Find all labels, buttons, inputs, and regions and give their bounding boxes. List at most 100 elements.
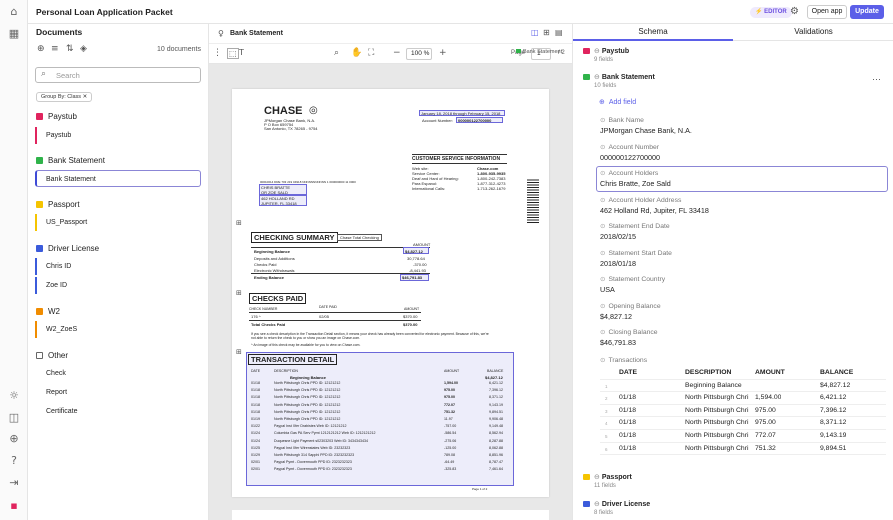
zoom-level[interactable]: 100 %	[406, 48, 432, 60]
statement-row: 01/22 Paypal Inst Xfer Drabistes Web ID: …	[251, 424, 503, 429]
apps-icon[interactable]: ▪	[7, 499, 21, 513]
field-value[interactable]: JPMorgan Chase Bank, N.A.	[600, 126, 692, 135]
field-value[interactable]: 2018/02/15	[600, 232, 636, 241]
barcode	[527, 179, 539, 223]
home-icon[interactable]: ⌂	[7, 5, 21, 19]
field-value[interactable]: 2018/01/18	[600, 259, 636, 268]
doc-item-report[interactable]: Report	[35, 384, 201, 401]
table-row[interactable]: 6 01/18 North Pittsburgh Chri 751.32 9,894.5…	[600, 443, 886, 456]
group-color-icon	[36, 157, 43, 164]
statement-row: 01/18 North Pittsburgh Chris PPD ID: 1212…	[251, 381, 503, 385]
field-value[interactable]: USA	[600, 285, 615, 294]
zoom-in-icon[interactable]: +	[439, 48, 447, 58]
field-value[interactable]: 462 Holland Rd, Jupiter, FL 33418	[600, 206, 709, 215]
group-by-chip[interactable]: Group By: Class ✕	[36, 92, 93, 102]
layers-icon[interactable]: ◈	[80, 44, 87, 54]
transactions-table[interactable]: DATE DESCRIPTION AMOUNT BALANCE 1 Beginni…	[600, 367, 886, 456]
add-icon[interactable]: ⊕	[37, 44, 45, 54]
doc-item-zoe-id[interactable]: Zoe ID	[35, 277, 201, 294]
check-circle-icon: ⊖	[594, 473, 600, 481]
group-color-icon	[36, 245, 43, 252]
field-label: ⊙ Account Holder Address	[600, 195, 682, 204]
table-row[interactable]: 2 01/18 North Pittsburgh Chri 1,594.00 6,421…	[600, 392, 886, 405]
field-value[interactable]: Chris Bratte, Zoe Sald	[600, 179, 671, 188]
more-icon[interactable]: ⋮	[213, 48, 222, 58]
doc-item-certificate[interactable]: Certificate	[35, 403, 201, 420]
table-row[interactable]: 1 Beginning Balance $4,827.12	[600, 380, 886, 393]
document-page: CHASE ◎ JPMorgan Chase Bank, N.A. P O Bo…	[232, 89, 549, 497]
search-doc-icon[interactable]: ⌕	[334, 48, 339, 58]
update-button[interactable]: Update	[850, 5, 884, 19]
table-view-icon[interactable]: ▤	[555, 28, 563, 37]
gear-icon[interactable]: ⚙	[790, 6, 799, 17]
doc-item-paystub[interactable]: Paystub	[35, 127, 201, 144]
checking-summary-title: CHECKING SUMMARY	[251, 232, 338, 243]
check-circle-icon: ⊙	[600, 328, 606, 336]
table-row[interactable]: 4 01/18 North Pittsburgh Chri 975.00 8,371.1…	[600, 417, 886, 430]
statement-row: 01/18 North Pittsburgh Chris PPD ID: 1212…	[251, 395, 503, 400]
group-color-icon	[36, 113, 43, 120]
doc-item-chris-id[interactable]: Chris ID	[35, 258, 201, 275]
group-other[interactable]: Other	[36, 351, 68, 360]
statement-row: 01/19 North Pittsburgh Chris PPD ID: 1212…	[251, 417, 503, 421]
schema-paystub[interactable]: ⊖ Paystub	[583, 47, 629, 55]
search-box[interactable]: ⌕	[35, 67, 201, 83]
field-label: ⊙ Statement Country	[600, 275, 666, 283]
logout-icon[interactable]: ⇥	[7, 476, 21, 490]
group-paystub[interactable]: Paystub	[36, 112, 77, 121]
text-tool-icon[interactable]: T	[239, 48, 244, 57]
doc-item-bank-statement[interactable]: Bank Statement	[35, 170, 201, 187]
table-icon[interactable]: ⊞	[236, 289, 242, 297]
transaction-detail-title: TRANSACTION DETAIL	[248, 354, 338, 365]
search-input[interactable]	[56, 70, 196, 81]
statement-row: 01/18 North Pittsburgh Chris PPD ID: 1212…	[251, 409, 503, 414]
table-icon[interactable]: ⊞	[236, 219, 242, 227]
select-tool-icon[interactable]: ⬚	[227, 48, 239, 59]
check-circle-icon: ⊙	[600, 169, 606, 177]
grid-view-icon[interactable]: ⊞	[543, 28, 550, 37]
group-passport[interactable]: Passport	[36, 200, 80, 209]
tab-schema[interactable]: Schema	[573, 24, 733, 41]
doc-item-us-passport[interactable]: US_Passport	[35, 214, 201, 231]
more-options-icon[interactable]: ⋯	[872, 74, 881, 85]
group-bank-statement[interactable]: Bank Statement	[36, 156, 105, 165]
check-circle-icon: ⊙	[600, 356, 606, 364]
book-icon[interactable]: ◫	[7, 411, 21, 425]
group-color-icon	[36, 308, 43, 315]
zoom-out-icon[interactable]: −	[393, 48, 401, 58]
globe-icon[interactable]: ⊕	[7, 432, 21, 446]
building-icon[interactable]: ▦	[7, 27, 21, 41]
open-app-button[interactable]: Open app	[807, 5, 847, 19]
field-value[interactable]: $4,827.12	[600, 312, 632, 321]
fit-icon[interactable]: ⛶	[368, 48, 374, 58]
field-value[interactable]: $46,791.83	[600, 338, 636, 347]
editor-badge[interactable]: ⚡ EDITOR	[750, 7, 792, 18]
group-driver-license[interactable]: Driver License	[36, 244, 99, 253]
sort-icon[interactable]: ⇅	[66, 44, 74, 54]
filter-icon[interactable]: ≡	[51, 44, 59, 54]
help-icon[interactable]: ?	[7, 454, 21, 468]
documents-title: Documents	[36, 27, 83, 37]
table-row[interactable]: 5 01/18 North Pittsburgh Chri 772.07 9,143.1…	[600, 430, 886, 443]
bank-logo: CHASE	[264, 105, 303, 117]
schema-passport[interactable]: ⊖ Passport	[583, 473, 632, 481]
doc-item-w2-zoes[interactable]: W2_ZoeS	[35, 321, 201, 338]
add-field-button[interactable]: ⊕ Add field	[599, 98, 636, 106]
table-row[interactable]: 3 01/18 North Pittsburgh Chri 975.00 7,396.1…	[600, 405, 886, 418]
split-view-icon[interactable]: ◫	[531, 28, 539, 37]
check-circle-icon: ⊙	[600, 142, 606, 151]
top-bar: Personal Loan Application Packet ⚡ EDITO…	[28, 0, 893, 24]
doc-item-check[interactable]: Check	[35, 365, 201, 382]
statement-row: 02/01 Paypal Pymt - Dovermouth PPD ID: 23…	[251, 460, 503, 465]
check-circle-icon: ⊙	[600, 116, 606, 124]
tab-validations[interactable]: Validations	[733, 24, 893, 41]
check-circle-icon: ⊖	[594, 47, 600, 55]
group-w2[interactable]: W2	[36, 307, 60, 316]
schema-driver-license[interactable]: ⊖ Driver License	[583, 500, 650, 508]
table-icon[interactable]: ⊞	[236, 348, 242, 356]
field-value[interactable]: 000000122700000	[600, 153, 660, 162]
schema-bank-statement[interactable]: ⊖ Bank Statement	[583, 73, 655, 81]
hand-icon[interactable]: ✋	[351, 48, 362, 58]
statement-row: 02/01 Paypal Pymt - Dovermouth PPD ID: 23…	[251, 467, 503, 472]
sun-icon[interactable]: ☼	[7, 389, 21, 403]
